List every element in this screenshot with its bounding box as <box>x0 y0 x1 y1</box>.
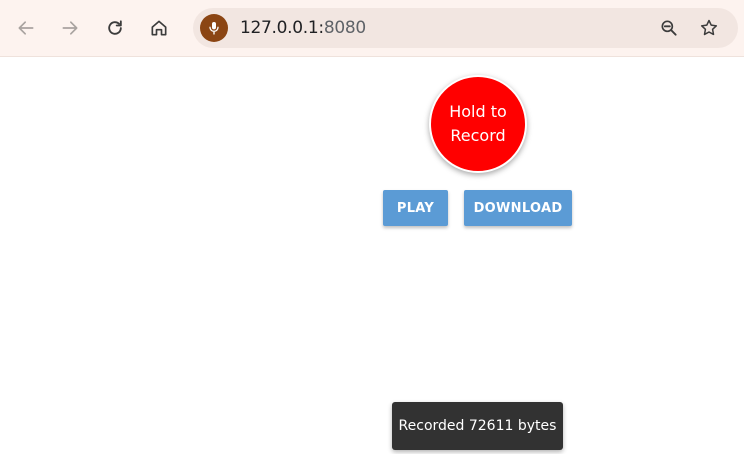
home-button[interactable] <box>143 12 175 44</box>
play-button[interactable]: PLAY <box>383 190 448 226</box>
site-info-button[interactable] <box>200 14 228 42</box>
forward-button[interactable] <box>54 12 86 44</box>
address-bar[interactable]: 127.0.0.1:8080 <box>193 8 738 48</box>
star-icon <box>700 19 718 36</box>
arrow-right-icon <box>62 21 78 35</box>
zoom-out-icon <box>661 20 677 36</box>
hold-to-record-button[interactable]: Hold to Record <box>429 75 527 173</box>
reload-icon <box>108 20 122 35</box>
download-button[interactable]: DOWNLOAD <box>464 190 572 226</box>
back-button[interactable] <box>10 12 42 44</box>
arrow-left-icon <box>18 21 34 35</box>
url-text: 127.0.0.1:8080 <box>240 18 366 38</box>
zoom-button[interactable] <box>655 14 683 42</box>
browser-toolbar: 127.0.0.1:8080 <box>0 0 744 57</box>
bookmark-button[interactable] <box>695 14 723 42</box>
microphone-icon <box>209 22 219 35</box>
url-host: 127.0.0.1: <box>240 18 324 38</box>
snackbar-toast: Recorded 72611 bytes <box>392 402 563 450</box>
reload-button[interactable] <box>99 12 131 44</box>
url-port: 8080 <box>323 18 366 38</box>
home-icon <box>151 20 167 36</box>
